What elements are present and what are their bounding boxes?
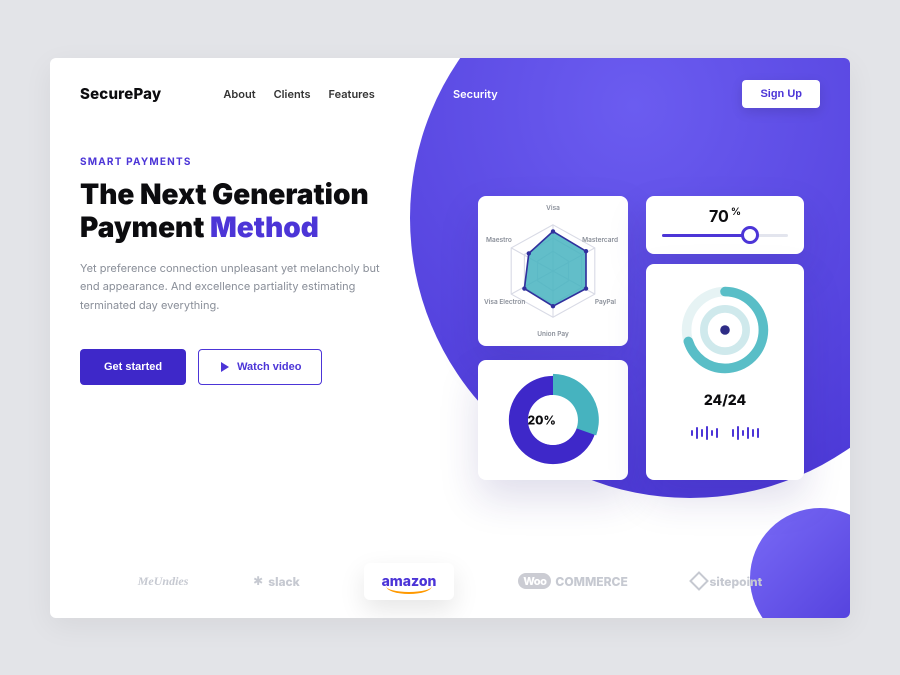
nav-link-security[interactable]: Security <box>453 87 498 101</box>
card-donut-chart: 20% <box>478 360 628 480</box>
card-progress-slider: 70% <box>646 196 804 254</box>
radar-chart-icon <box>498 216 608 326</box>
radar-label-visa: Visa <box>546 204 560 212</box>
ring-value: 24/24 <box>704 392 746 409</box>
headline-accent: Method <box>210 210 319 244</box>
slider-unit: % <box>731 206 741 218</box>
slider-fill <box>662 234 750 237</box>
slider-number: 70 <box>709 206 729 226</box>
headline-line1: The Next Generation <box>80 177 369 211</box>
hero: SMART PAYMENTS The Next Generation Payme… <box>50 108 480 385</box>
logo-woocommerce: Woo COMMERCE <box>518 573 628 589</box>
woo-commerce-label: COMMERCE <box>555 574 627 589</box>
slack-label: slack <box>268 574 300 589</box>
hero-eyebrow: SMART PAYMENTS <box>80 156 450 168</box>
sitepoint-label: sitepoint <box>710 574 763 589</box>
woo-pill: Woo <box>518 573 551 589</box>
hero-headline: The Next Generation Payment Method <box>80 178 450 245</box>
radar-label-mastercard: Mastercard <box>582 236 618 244</box>
radar-label-unionpay: Union Pay <box>537 330 569 338</box>
hero-subtext: Yet preference connection unpleasant yet… <box>80 259 390 315</box>
logo-meundies: MeUndies <box>138 574 189 589</box>
radar-label-maestro: Maestro <box>486 236 512 244</box>
sitepoint-diamond-icon <box>689 571 709 591</box>
brand-logo: SecurePay <box>80 84 161 103</box>
amazon-smile-icon <box>386 586 433 594</box>
signup-button[interactable]: Sign Up <box>742 80 820 108</box>
radar-label-visaelectron: Visa Electron <box>484 298 525 306</box>
slack-icon: ✱ <box>252 575 264 587</box>
ring-gauge-icon <box>677 282 773 378</box>
nav-link-insights[interactable]: Insights <box>393 87 435 101</box>
donut-label: 20% <box>528 412 556 427</box>
nav-links: About Clients Features Insights Security <box>223 87 497 101</box>
nav-link-about[interactable]: About <box>223 87 255 101</box>
waveform-icon <box>691 423 759 443</box>
headline-line2a: Payment <box>80 210 210 244</box>
slider-track[interactable] <box>662 234 788 237</box>
card-radar-chart: Visa Mastercard PayPal Union Pay Visa El… <box>478 196 628 346</box>
watch-video-label: Watch video <box>237 361 301 373</box>
logo-sitepoint: sitepoint <box>692 574 763 589</box>
slider-knob[interactable] <box>741 226 759 244</box>
top-nav: SecurePay About Clients Features Insight… <box>50 58 850 108</box>
watch-video-button[interactable]: Watch video <box>198 349 322 385</box>
logo-strip: MeUndies ✱ slack amazon Woo COMMERCE sit… <box>50 563 850 600</box>
slider-value: 70% <box>662 206 788 226</box>
logo-amazon: amazon <box>364 563 455 600</box>
nav-link-clients[interactable]: Clients <box>274 87 311 101</box>
cta-row: Get started Watch video <box>80 349 450 385</box>
nav-link-features[interactable]: Features <box>329 87 375 101</box>
landing-page: SecurePay About Clients Features Insight… <box>50 58 850 618</box>
logo-slack: ✱ slack <box>252 574 300 589</box>
play-icon <box>221 362 229 372</box>
card-ring-gauge: 24/24 <box>646 264 804 480</box>
get-started-button[interactable]: Get started <box>80 349 186 385</box>
radar-label-paypal: PayPal <box>595 298 616 306</box>
